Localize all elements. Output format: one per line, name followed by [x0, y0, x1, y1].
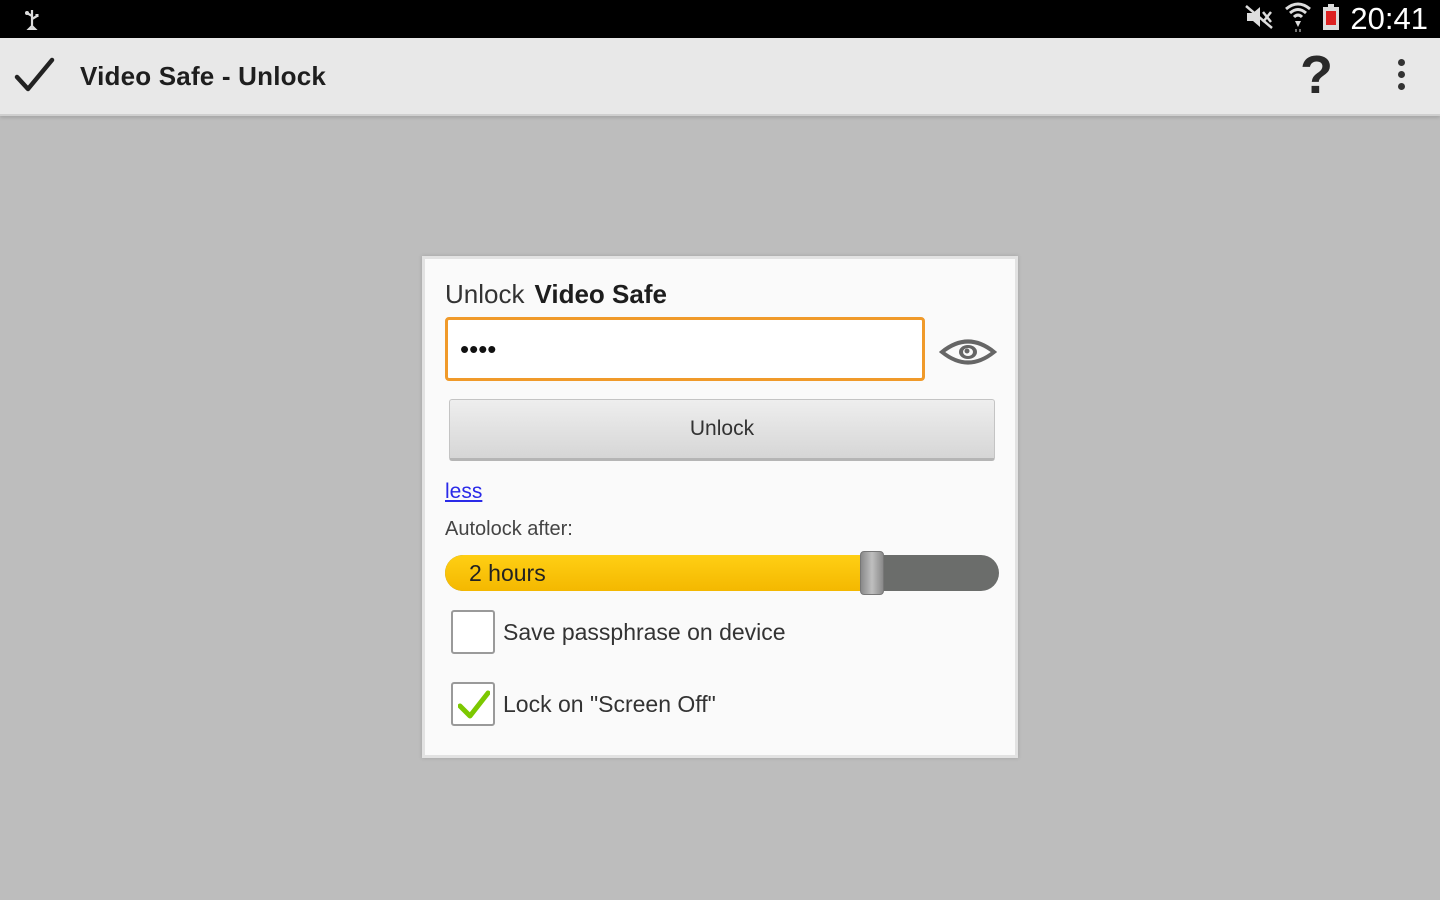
lock-screen-off-label: Lock on "Screen Off" [503, 690, 716, 717]
checkmark-icon [458, 690, 490, 719]
lock-screen-off-checkbox[interactable] [451, 682, 495, 726]
dialog-title-app: Video Safe [534, 279, 667, 309]
save-passphrase-label: Save passphrase on device [503, 618, 786, 645]
status-bar: 20:41 [0, 0, 1440, 38]
help-button[interactable]: ? [1300, 48, 1333, 102]
lock-screen-off-row[interactable]: Lock on "Screen Off" [451, 681, 716, 727]
page-title: Video Safe - Unlock [80, 61, 327, 91]
clock-time: 20:41 [1350, 1, 1428, 36]
battery-icon [1322, 3, 1340, 36]
unlock-button[interactable]: Unlock [449, 399, 995, 461]
autolock-value: 2 hours [469, 560, 546, 586]
save-passphrase-checkbox[interactable] [451, 610, 495, 654]
check-icon[interactable] [14, 56, 56, 101]
unlock-dialog: Unlock Video Safe Unlock less Autolock af… [422, 256, 1018, 758]
action-bar: Video Safe - Unlock ? [0, 38, 1440, 116]
usb-icon [22, 8, 42, 35]
save-passphrase-row[interactable]: Save passphrase on device [451, 609, 786, 655]
show-password-eye-icon[interactable] [938, 335, 998, 374]
dialog-title-prefix: Unlock [445, 279, 525, 309]
wifi-icon [1284, 1, 1312, 38]
dialog-title: Unlock Video Safe [445, 279, 667, 310]
less-link[interactable]: less [445, 480, 482, 504]
autolock-slider-thumb[interactable] [860, 551, 884, 595]
overflow-menu-icon[interactable] [1391, 58, 1413, 94]
mute-icon [1244, 4, 1274, 35]
autolock-label: Autolock after: [445, 518, 573, 540]
passphrase-input[interactable] [445, 317, 925, 381]
